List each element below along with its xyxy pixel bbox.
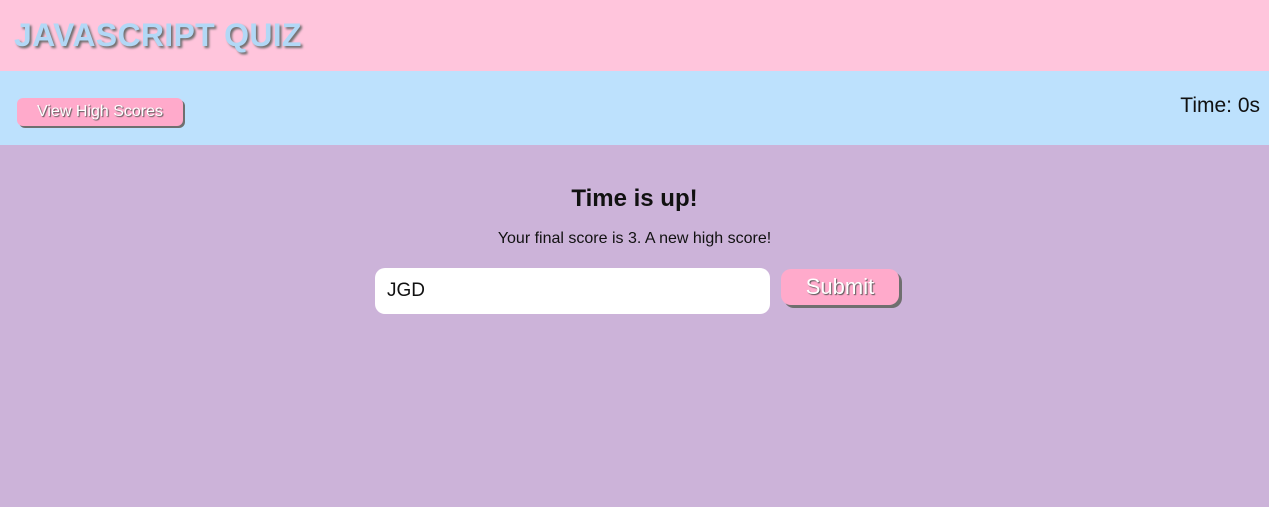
initials-form: Submit <box>0 268 1269 314</box>
result-panel: Time is up! Your final score is 3. A new… <box>0 145 1269 314</box>
final-score-message: Your final score is 3. A new high score! <box>497 230 772 247</box>
nav-bar: View High Scores Time: 0s <box>0 71 1269 145</box>
submit-button[interactable]: Submit <box>781 269 899 305</box>
app-header: JAVASCRIPT QUIZ <box>0 0 1269 71</box>
view-high-scores-button[interactable]: View High Scores <box>17 97 183 126</box>
app-title: JAVASCRIPT QUIZ <box>14 17 302 53</box>
result-title: Time is up! <box>571 185 698 212</box>
timer-display: Time: 0s <box>1180 94 1260 117</box>
initials-input[interactable] <box>375 268 770 314</box>
